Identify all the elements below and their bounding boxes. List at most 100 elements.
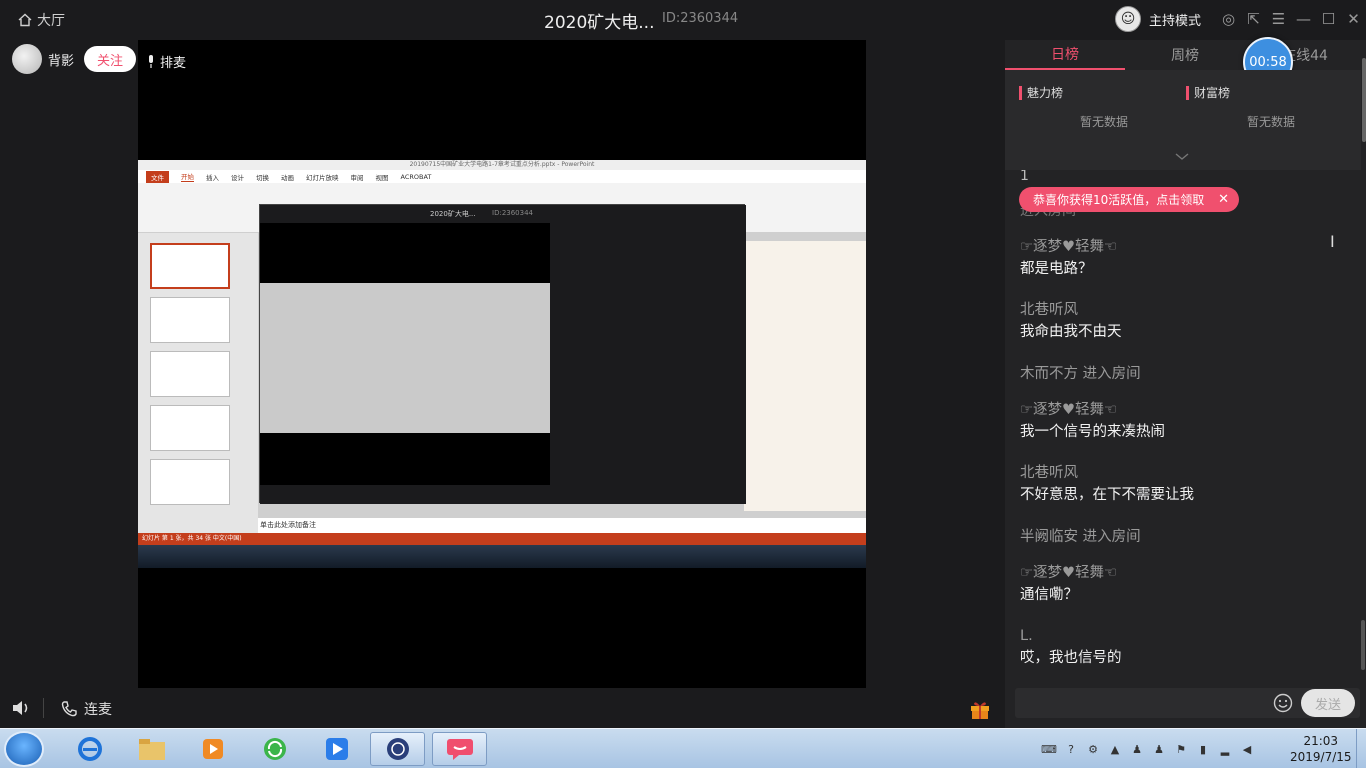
qq-icon[interactable]: ♟ [1150,740,1168,758]
rank-area: 魅力榜 暂无数据 财富榜 暂无数据 [1005,70,1361,170]
nested-title-bar: 2020矿大电... ID:2360344 [260,205,746,223]
ppt-menu-view: 视图 [375,173,389,182]
system-clock[interactable]: 21:03 2019/7/15 [1290,733,1352,765]
chat-message: L. 哎，我也信号的 [1020,625,1122,669]
system-tray: ⌨ ? ⚙ ▲ ♟ ♟ ⚑ ▮ ▂ ◀ [1040,733,1256,765]
avatar[interactable] [12,44,42,74]
show-desktop-button[interactable] [1356,729,1366,768]
media-player-icon[interactable] [185,732,240,766]
back-label: 大厅 [37,13,65,29]
chat-nick: ☞逐梦♥轻舞☜ [1020,402,1117,418]
keyboard-icon[interactable]: ⌨ [1040,740,1058,758]
phone-icon [61,701,77,717]
university-app-icon[interactable] [370,732,425,766]
chat-scrollbar[interactable] [1361,620,1365,670]
nested-video [260,223,550,485]
chat-app-icon[interactable] [432,732,487,766]
slide-thumbnail [150,405,230,451]
divider [43,698,44,718]
settings-icon[interactable]: ◎ [1216,0,1241,38]
shared-screen: 20190715中国矿业大学电路1-7章考试重点分析.pptx - PowerP… [138,160,866,568]
clock-date: 2019/7/15 [1290,750,1352,764]
chat-list: 1 进入房间 ☞逐梦♥轻舞☜ 都是电路？ 北巷听风 我命由我不由天 木而不方 进… [1005,170,1361,690]
slide-thumbnail [150,243,230,289]
tab-daily[interactable]: 日榜 [1005,40,1125,70]
chat-text: 哎，我也信号的 [1020,650,1122,666]
slide-preview [744,241,866,511]
home-icon [18,13,32,27]
room-title: 2020矿大电... [544,13,655,33]
ppt-menu-animations: 动画 [281,173,294,182]
chat-nick: ☞逐梦♥轻舞☜ [1020,239,1117,255]
host-name: 背影 [48,53,75,69]
minimize-icon[interactable]: — [1291,0,1316,38]
nested-title: 2020矿大电... [430,210,476,218]
nested-id: ID:2360344 [492,209,533,217]
chat-message: ☞逐梦♥轻舞☜ 通信嘞？ [1020,562,1117,606]
back-to-lobby-button[interactable]: 大厅 [18,10,65,30]
live-app-icon[interactable] [309,732,364,766]
flag-icon[interactable]: ⚑ [1172,740,1190,758]
charm-rank-title: 魅力榜 [1019,86,1189,100]
ppt-menu-home: 开始 [181,173,194,182]
room-id: ID:2360344 [662,11,739,26]
chat-text: 都是电路？ [1020,261,1093,277]
chat-nick: L. [1020,628,1033,644]
chat-message: 北巷听风 不好意思，在下不需要让我 [1020,462,1194,506]
rank-scrollbar[interactable] [1362,58,1366,142]
chat-input-bar: 发送 [1015,688,1360,718]
chat-nick: ☞逐梦♥轻舞☜ [1020,565,1117,581]
send-button[interactable]: 发送 [1301,689,1355,717]
qq-icon[interactable]: ♟ [1128,740,1146,758]
slide-thumbnail [150,351,230,397]
ppt-menu-bar: 文件 开始 插入 设计 切换 动画 幻灯片放映 审阅 视图 ACROBAT [138,170,866,183]
chat-nick: 北巷听风 [1020,302,1078,318]
windows-taskbar: ⌨ ? ⚙ ▲ ♟ ♟ ⚑ ▮ ▂ ◀ 21:03 2019/7/15 [0,728,1366,768]
chat-input[interactable] [1015,688,1270,718]
share-icon[interactable]: ⇱ [1241,0,1266,38]
usb-icon[interactable]: ▮ [1194,740,1212,758]
queue-label: 排麦 [160,56,187,71]
wealth-rank-empty: 暂无数据 [1246,115,1295,129]
gift-icon[interactable] [969,698,991,720]
start-button[interactable] [4,731,44,767]
maximize-icon[interactable]: ☐ [1316,0,1341,38]
wealth-rank: 财富榜 暂无数据 [1186,86,1356,130]
video-area: 排麦 20190715中国矿业大学电路1-7章考试重点分析.pptx - Pow… [138,40,866,688]
ie-icon[interactable] [62,732,117,766]
charm-rank: 魅力榜 暂无数据 [1019,86,1189,130]
speaker-icon[interactable] [11,698,31,718]
window-controls: ◎ ⇱ ☰ — ☐ ✕ [1216,0,1366,38]
text-cursor-icon: I [1330,232,1335,251]
menu-icon[interactable]: ☰ [1266,0,1291,38]
lianmai-button[interactable]: 连麦 [60,699,112,719]
host-mode-toggle[interactable]: ☺ 主持模式 [1115,6,1201,32]
nested-live-window: 2020矿大电... ID:2360344 [259,204,746,504]
follow-button[interactable]: 关注 [84,46,137,72]
ppt-window-title: 20190715中国矿业大学电路1-7章考试重点分析.pptx - PowerP… [138,160,866,170]
tray-up-icon[interactable]: ▲ [1106,740,1124,758]
lianmai-label: 连麦 [84,702,112,718]
ppt-menu-slideshow: 幻灯片放映 [306,173,339,182]
help-icon[interactable]: ? [1062,740,1080,758]
volume-icon[interactable]: ◀ [1238,740,1256,758]
chevron-down-icon[interactable] [1175,152,1189,162]
network-icon[interactable]: ▂ [1216,740,1234,758]
sync-app-icon[interactable] [247,732,302,766]
close-icon[interactable]: ✕ [1341,0,1366,38]
ppt-menu-review: 审阅 [350,173,364,182]
close-icon[interactable]: ✕ [1218,192,1229,207]
tray-icon[interactable]: ⚙ [1084,740,1102,758]
emoji-icon[interactable] [1273,693,1293,713]
title-bar: 大厅 2020矿大电... ID:2360344 ☺ 主持模式 ◎ ⇱ ☰ — … [0,0,1366,38]
queue-button[interactable]: 排麦 [146,52,186,71]
explorer-icon[interactable] [124,732,179,766]
ppt-menu-design: 设计 [231,173,244,182]
chat-text: 不好意思，在下不需要让我 [1020,487,1194,503]
chat-text: 我命由我不由天 [1020,324,1122,340]
host-mode-label: 主持模式 [1149,13,1202,29]
chat-text: 通信嘞？ [1020,587,1078,603]
tab-weekly[interactable]: 周榜 [1125,40,1245,70]
wealth-rank-title: 财富榜 [1186,86,1356,100]
reward-toast[interactable]: 恭喜你获得10活跃值，点击领取 ✕ [1019,187,1239,212]
